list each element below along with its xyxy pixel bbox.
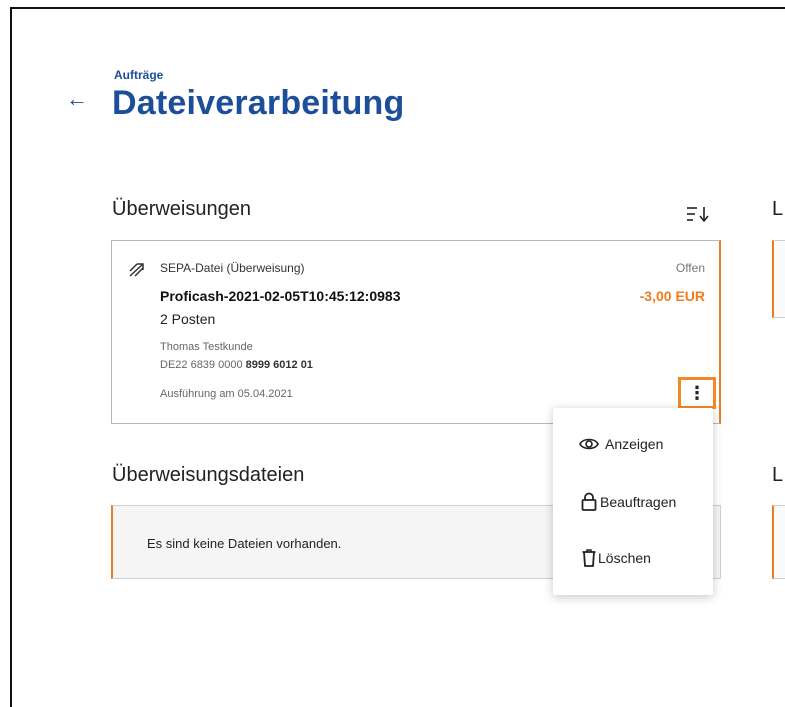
iban-prefix: DE22 6839 0000 [160,359,246,371]
menu-item-anzeigen[interactable]: Anzeigen [579,436,663,452]
empty-state-text: Es sind keine Dateien vorhanden. [147,536,342,551]
context-menu: Anzeigen Beauftragen Löschen [553,408,713,595]
account-owner: Thomas Testkunde [160,341,253,353]
right-column-title-2: L [772,464,784,486]
sort-icon[interactable] [686,205,712,223]
menu-item-label: Beauftragen [600,493,677,510]
right-column-card-2 [772,505,785,579]
execution-date: Ausführung am 05.04.2021 [160,388,293,400]
file-name: Proficash-2021-02-05T10:45:12:0983 [160,288,401,304]
right-column-title-1: L [772,198,784,220]
section-title-transfers: Überweisungen [112,198,251,220]
more-vertical-icon: ⋮ [688,383,706,403]
status-badge: Offen [675,261,705,275]
menu-item-loeschen[interactable]: Löschen [582,549,651,567]
menu-item-beauftragen[interactable]: Beauftragen [581,492,676,511]
section-title-files: Überweisungsdateien [112,464,305,486]
more-options-button[interactable]: ⋮ [678,377,716,409]
order-card[interactable]: SEPA-Datei (Überweisung) Offen Proficash… [111,240,721,424]
eye-icon [579,438,599,450]
iban-bold: 8999 6012 01 [245,359,313,371]
item-count: 2 Posten [160,311,216,327]
right-column-card-1 [772,240,785,318]
file-type-label: SEPA-Datei (Überweisung) [160,261,305,275]
iban: DE22 6839 0000 8999 6012 01 [160,359,313,371]
menu-item-label: Löschen [598,550,651,566]
page-title: Dateiverarbeitung [112,84,405,122]
menu-item-label: Anzeigen [605,436,664,452]
trash-icon [582,549,596,567]
sepa-transfer-icon [129,263,144,277]
amount: -3,00 EUR [639,288,705,304]
lock-icon [581,492,597,511]
breadcrumb[interactable]: Aufträge [114,68,163,82]
back-arrow-icon[interactable]: ← [66,88,88,110]
